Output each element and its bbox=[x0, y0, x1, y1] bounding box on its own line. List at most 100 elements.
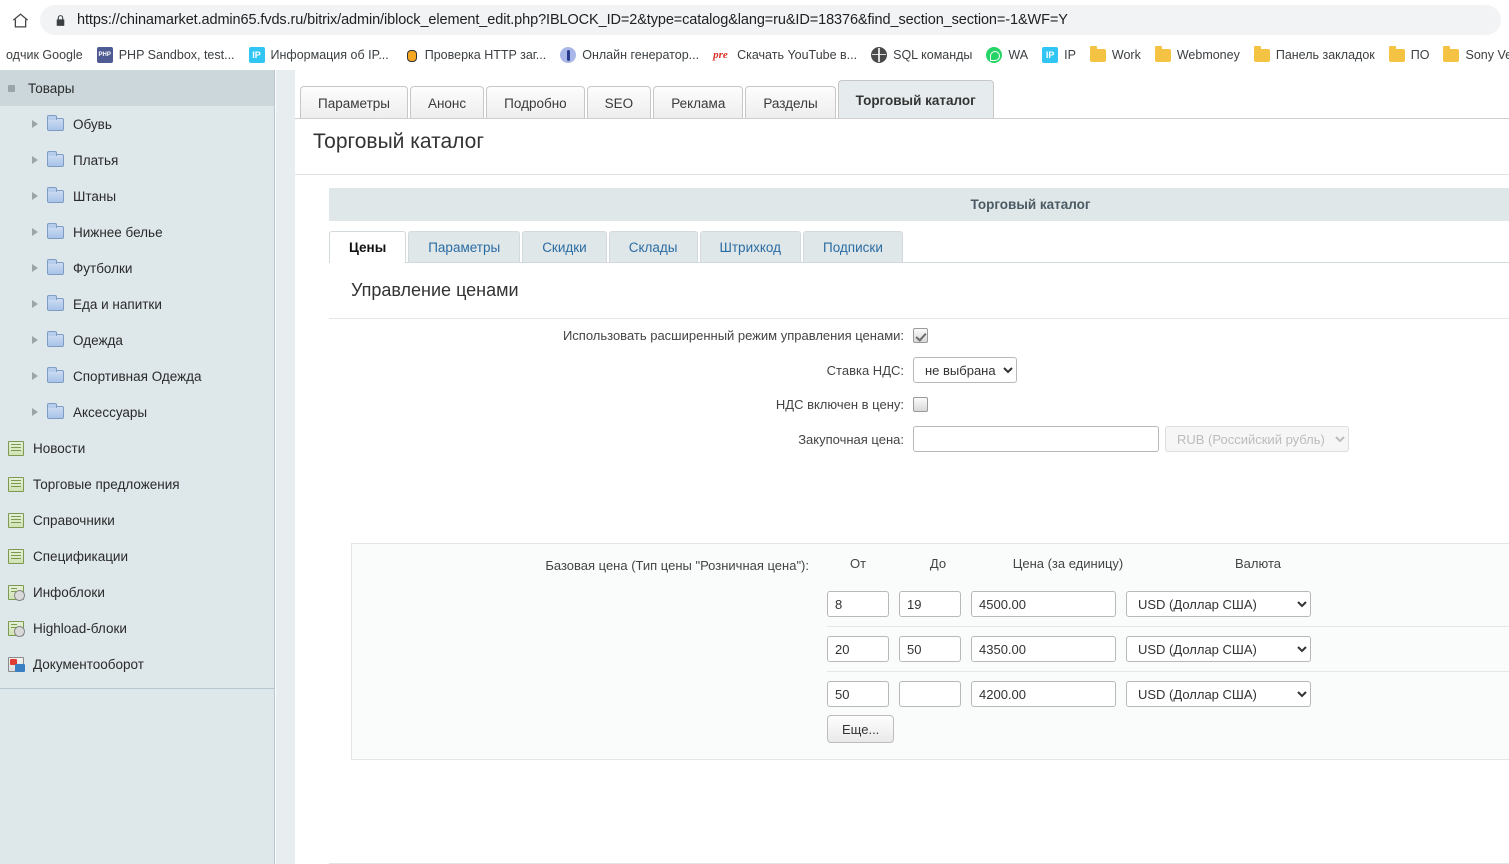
bookmark-item[interactable]: pre Скачать YouTube в... bbox=[706, 43, 864, 67]
tab-podpiski[interactable]: Подписки bbox=[803, 231, 903, 262]
sidebar-item-infobloki[interactable]: Инфоблоки bbox=[0, 574, 275, 610]
price-currency-select[interactable]: USD (Доллар США) bbox=[1126, 591, 1311, 617]
tab-label: Параметры bbox=[428, 240, 500, 255]
sidebar-item-spetsifikatsii[interactable]: Спецификации bbox=[0, 538, 275, 574]
sidebar-item-futbolki[interactable]: Футболки bbox=[0, 250, 275, 286]
document-icon bbox=[8, 513, 24, 528]
price-settings-form: Использовать расширенный режим управлени… bbox=[329, 328, 1509, 466]
chevron-right-icon[interactable] bbox=[32, 408, 38, 416]
sidebar-item-label: Спецификации bbox=[33, 549, 128, 564]
php-icon: PHP bbox=[97, 47, 113, 63]
tab-torgovyy-katalog[interactable]: Торговый каталог bbox=[838, 80, 994, 119]
purchase-currency-select[interactable]: RUB (Российский рубль) bbox=[1165, 426, 1349, 452]
chevron-right-icon[interactable] bbox=[32, 264, 38, 272]
sidebar-item-tovary[interactable]: Товары bbox=[0, 70, 275, 106]
price-to-input[interactable] bbox=[899, 591, 961, 617]
sidebar-item-spravochniki[interactable]: Справочники bbox=[0, 502, 275, 538]
sidebar-item-dokumentooborot[interactable]: Документооборот bbox=[0, 646, 275, 682]
tab-podrobno[interactable]: Подробно bbox=[486, 86, 585, 119]
tab-parametry[interactable]: Параметры bbox=[300, 86, 408, 119]
chevron-right-icon[interactable] bbox=[32, 120, 38, 128]
sidebar-item-label: Товары bbox=[28, 81, 74, 96]
chevron-right-icon[interactable] bbox=[32, 300, 38, 308]
vat-rate-select[interactable]: не выбрана bbox=[913, 357, 1017, 383]
home-icon[interactable] bbox=[0, 0, 40, 40]
vat-included-checkbox[interactable] bbox=[913, 397, 928, 412]
bookmark-item[interactable]: PHP PHP Sandbox, test... bbox=[90, 43, 242, 67]
bookmark-item[interactable]: IP Информация об IP... bbox=[242, 43, 396, 67]
sidebar-item-label: Справочники bbox=[33, 513, 115, 528]
purchase-price-input[interactable] bbox=[913, 426, 1159, 452]
tab-anons[interactable]: Анонс bbox=[410, 86, 484, 119]
price-from-input[interactable] bbox=[827, 681, 889, 707]
chevron-right-icon[interactable] bbox=[32, 336, 38, 344]
price-value-input[interactable] bbox=[971, 591, 1116, 617]
price-value-input[interactable] bbox=[971, 636, 1116, 662]
bookmark-label: Онлайн генератор... bbox=[582, 48, 699, 62]
bookmark-label: Work bbox=[1112, 48, 1141, 62]
bookmark-item[interactable]: Sony Vegas bbox=[1436, 43, 1509, 67]
price-from-input[interactable] bbox=[827, 591, 889, 617]
folder-icon bbox=[1155, 49, 1171, 62]
tab-tseny[interactable]: Цены bbox=[329, 231, 406, 263]
folder-icon bbox=[1443, 49, 1459, 62]
price-currency-select[interactable]: USD (Доллар США) bbox=[1126, 636, 1311, 662]
price-to-input[interactable] bbox=[899, 636, 961, 662]
bookmark-item[interactable]: SQL команды bbox=[864, 43, 979, 67]
document-gear-icon bbox=[8, 585, 24, 600]
bookmark-label: IP bbox=[1064, 48, 1076, 62]
price-currency-select[interactable]: USD (Доллар США) bbox=[1126, 681, 1311, 707]
sidebar-item-label: Новости bbox=[33, 441, 85, 456]
bookmark-item[interactable]: Онлайн генератор... bbox=[553, 43, 706, 67]
price-value-input[interactable] bbox=[971, 681, 1116, 707]
sidebar-item-obuv[interactable]: Обувь bbox=[0, 106, 275, 142]
chevron-right-icon[interactable] bbox=[32, 192, 38, 200]
tab-shtrikhkod[interactable]: Штрихкод bbox=[700, 231, 802, 262]
price-to-input[interactable] bbox=[899, 681, 961, 707]
chevron-right-icon[interactable] bbox=[32, 228, 38, 236]
tab-reklama[interactable]: Реклама bbox=[653, 86, 743, 119]
bookmark-item[interactable]: ПО bbox=[1382, 43, 1437, 67]
row-purchase-price: Закупочная цена: RUB (Российский рубль) bbox=[329, 426, 1509, 452]
tab-sklady[interactable]: Склады bbox=[609, 231, 698, 262]
title-divider bbox=[295, 174, 1509, 175]
chevron-right-icon[interactable] bbox=[32, 372, 38, 380]
tab-skidki[interactable]: Скидки bbox=[522, 231, 607, 262]
page-title: Торговый каталог bbox=[313, 130, 484, 154]
sidebar-item-label: Обувь bbox=[73, 117, 112, 132]
tab-label: Реклама bbox=[671, 96, 725, 111]
tab-label: Штрихкод bbox=[720, 240, 782, 255]
price-from-input[interactable] bbox=[827, 636, 889, 662]
bookmark-label: Панель закладок bbox=[1276, 48, 1375, 62]
tab-razdely[interactable]: Разделы bbox=[745, 86, 835, 119]
sidebar-item-sportivnaya-odezhda[interactable]: Спортивная Одежда bbox=[0, 358, 275, 394]
sidebar-item-novosti[interactable]: Новости bbox=[0, 430, 275, 466]
tab-seo[interactable]: SEO bbox=[587, 86, 652, 119]
outer-tab-strip: Параметры Анонс Подробно SEO Реклама Раз… bbox=[295, 79, 996, 119]
bookmark-item[interactable]: WA bbox=[979, 43, 1035, 67]
sidebar-item-eda-i-napitki[interactable]: Еда и напитки bbox=[0, 286, 275, 322]
more-button[interactable]: Еще... bbox=[827, 715, 894, 743]
extended-mode-checkbox[interactable] bbox=[913, 328, 928, 343]
sidebar-item-label: Аксессуары bbox=[73, 405, 147, 420]
bookmark-item[interactable]: одчик Google bbox=[0, 43, 90, 67]
bookmark-item[interactable]: Webmoney bbox=[1148, 43, 1247, 67]
tab-parametry-inner[interactable]: Параметры bbox=[408, 231, 520, 262]
bookmark-item[interactable]: Work bbox=[1083, 43, 1148, 67]
bookmark-item[interactable]: Панель закладок bbox=[1247, 43, 1382, 67]
omnibox-row: https://chinamarket.admin65.fvds.ru/bitr… bbox=[0, 0, 1509, 40]
document-icon bbox=[8, 477, 24, 492]
sidebar-item-odezhda[interactable]: Одежда bbox=[0, 322, 275, 358]
sidebar-item-nizhnee-belye[interactable]: Нижнее белье bbox=[0, 214, 275, 250]
address-bar[interactable]: https://chinamarket.admin65.fvds.ru/bitr… bbox=[40, 5, 1501, 35]
sidebar-item-aksessuary[interactable]: Аксессуары bbox=[0, 394, 275, 430]
bookmark-item[interactable]: IP IP bbox=[1035, 43, 1083, 67]
sidebar-item-highload-bloki[interactable]: Highload-блоки bbox=[0, 610, 275, 646]
bookmark-item[interactable]: Проверка HTTP заг... bbox=[396, 43, 553, 67]
sidebar-item-platya[interactable]: Платья bbox=[0, 142, 275, 178]
bullet-icon bbox=[8, 85, 15, 92]
chevron-right-icon[interactable] bbox=[32, 156, 38, 164]
whatsapp-icon bbox=[986, 47, 1002, 63]
sidebar-item-shtany[interactable]: Штаны bbox=[0, 178, 275, 214]
sidebar-item-torgovye-predlozheniya[interactable]: Торговые предложения bbox=[0, 466, 275, 502]
